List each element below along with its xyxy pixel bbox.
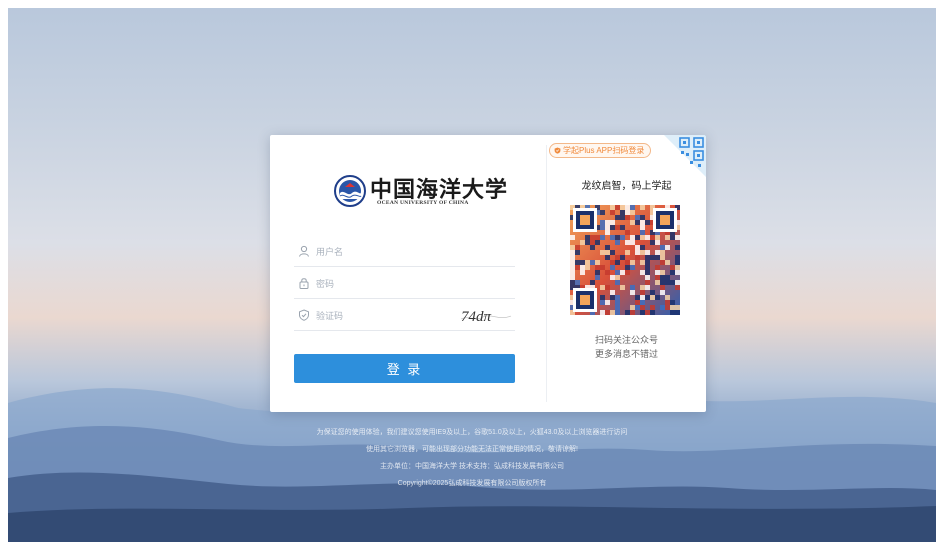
captcha-field: 74dπ	[294, 303, 515, 331]
app-scan-login-tag[interactable]: 学起Plus APP扫码登录	[549, 143, 652, 158]
qr-login-panel: 学起Plus APP扫码登录 龙纹启智，码上学起 扫码关注公众号 更多消息不错过	[547, 135, 706, 412]
login-form-panel: 中国海洋大学 OCEAN UNIVERSITY OF CHINA 用户名 验证码…	[270, 135, 546, 412]
captcha-text: 74dπ	[461, 309, 492, 325]
password-input[interactable]	[316, 274, 466, 294]
footer-compat-note: 使用其它浏览器，可能出现部分功能无法正常使用的情况，敬请谅解!	[366, 446, 578, 453]
qr-note-follow: 扫码关注公众号	[594, 335, 658, 345]
wechat-qr-code	[570, 205, 680, 315]
app-tag-label: 学起Plus APP扫码登录	[563, 146, 645, 155]
shield-icon	[299, 309, 309, 321]
user-icon	[299, 245, 309, 257]
username-input[interactable]	[316, 242, 466, 262]
shield-check-icon	[554, 147, 561, 154]
password-field	[294, 271, 515, 299]
university-logo: 中国海洋大学 OCEAN UNIVERSITY OF CHINA	[334, 173, 507, 209]
footer-browser-advice: 为保证您的使用体验，我们建议您使用IE9及以上，谷歌51.0及以上，火狐43.0…	[316, 429, 628, 436]
qr-toggle-icon[interactable]	[664, 135, 706, 177]
captcha-input[interactable]	[316, 306, 466, 326]
university-emblem-icon	[334, 175, 366, 207]
footer-organizers: 主办单位：中国海洋大学 技术支持：弘成科技发展有限公司	[380, 463, 564, 470]
login-card: 中国海洋大学 OCEAN UNIVERSITY OF CHINA 用户名 验证码…	[270, 135, 706, 412]
footer-copyright: Copyright©2025弘成科技发展有限公司版权所有	[397, 480, 547, 487]
username-field	[294, 239, 515, 267]
qr-note-updates: 更多消息不错过	[594, 349, 658, 359]
page-footer: 为保证您的使用体验，我们建议您使用IE9及以上，谷歌51.0及以上，火狐43.0…	[8, 424, 936, 492]
app-slogan: 龙纹启智，码上学起	[581, 181, 672, 192]
lock-icon	[299, 278, 309, 289]
university-name-en: OCEAN UNIVERSITY OF CHINA	[377, 200, 469, 206]
captcha-image[interactable]: 74dπ	[455, 305, 515, 327]
login-button[interactable]: 登 录	[294, 354, 515, 383]
